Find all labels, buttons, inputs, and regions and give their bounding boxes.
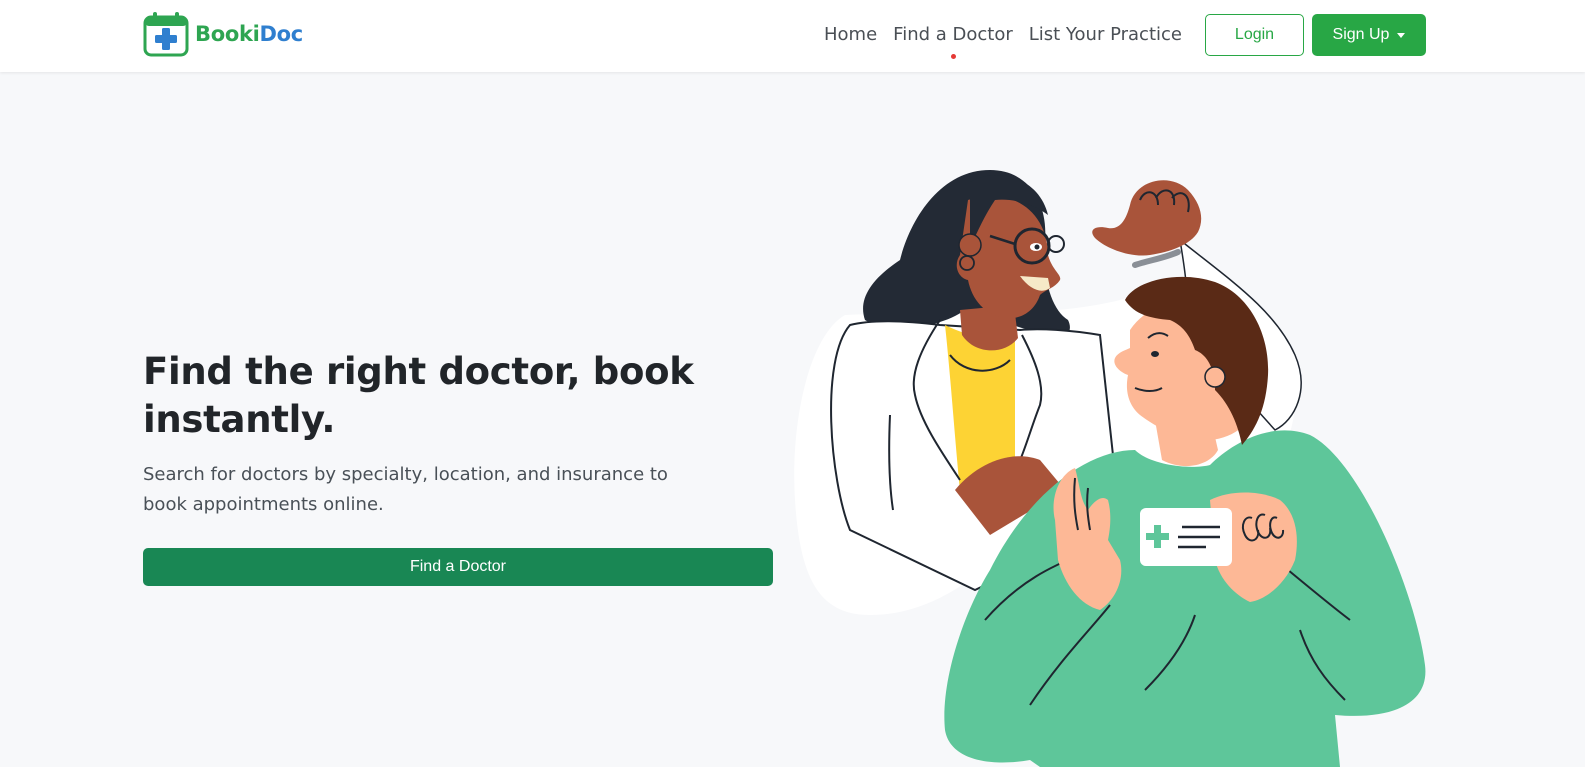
hero-subtitle: Search for doctors by specialty, locatio… bbox=[143, 464, 668, 515]
find-doctor-button[interactable]: Find a Doctor bbox=[143, 548, 773, 586]
calendar-medical-icon bbox=[143, 12, 189, 57]
caret-down-icon bbox=[1397, 33, 1406, 38]
patient-eye bbox=[1151, 351, 1159, 357]
main-nav: Home Find a Doctor List Your Practice bbox=[824, 22, 1182, 59]
nav-link-find-doctor-label: Find a Doctor bbox=[893, 24, 1013, 45]
nav-link-find-doctor[interactable]: Find a Doctor bbox=[893, 22, 1013, 59]
doctor-ear bbox=[958, 233, 982, 257]
brand-name-part1: Booki bbox=[195, 22, 260, 46]
doctor-pupil bbox=[1034, 244, 1040, 250]
glasses-lens-2 bbox=[1047, 235, 1065, 253]
active-indicator-dot bbox=[950, 54, 956, 59]
card-cross-h bbox=[1146, 533, 1169, 540]
brand-name-part2: Doc bbox=[259, 22, 304, 46]
brand-logo-link[interactable]: BookiDoc bbox=[143, 11, 303, 57]
login-button[interactable]: Login bbox=[1205, 14, 1304, 56]
patient-ear bbox=[1204, 366, 1226, 388]
brand-name: BookiDoc bbox=[195, 22, 303, 46]
signup-dropdown-button[interactable]: Sign Up bbox=[1312, 14, 1426, 56]
signup-button-label: Sign Up bbox=[1332, 26, 1390, 43]
hero-title: Find the right doctor, book instantly. bbox=[143, 350, 694, 441]
navbar: BookiDoc Home Find a Doctor List Your Pr… bbox=[0, 0, 1585, 72]
nav-link-list-practice[interactable]: List Your Practice bbox=[1029, 22, 1182, 48]
doctor-patient-illustration bbox=[794, 170, 1426, 767]
nav-link-home[interactable]: Home bbox=[824, 22, 877, 48]
